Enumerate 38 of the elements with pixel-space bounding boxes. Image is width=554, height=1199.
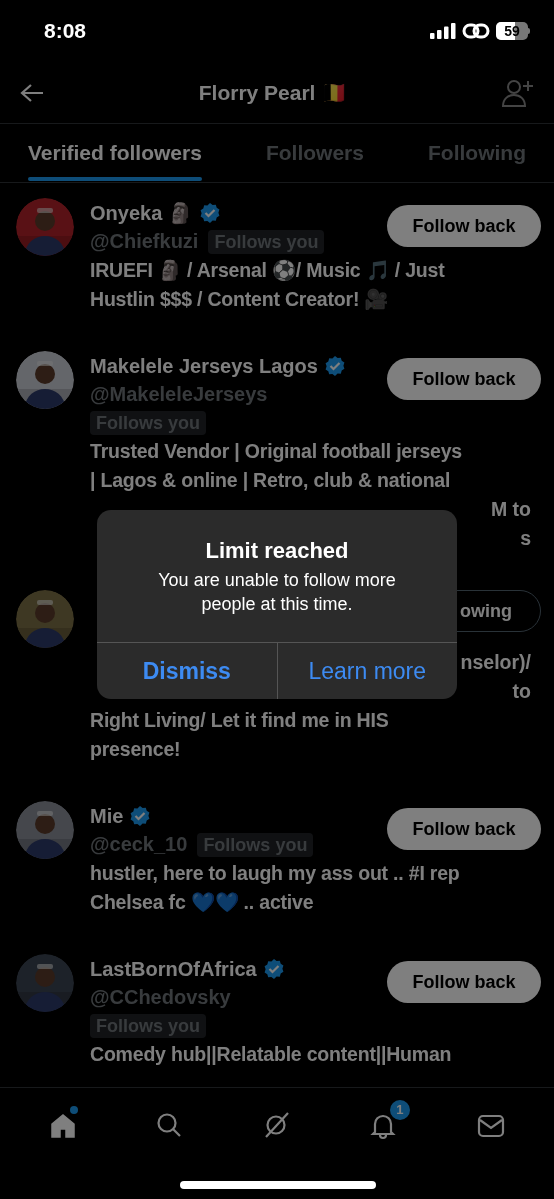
bio-text: Trusted Vendor | Original football jerseys: [90, 438, 462, 464]
bio-text: Hustlin $$$ / Content Creator! 🎥: [90, 286, 389, 312]
messages-icon[interactable]: [476, 1112, 505, 1140]
user-name: Onyeka 🗿: [90, 200, 193, 226]
bio-text: hustler, here to laugh my ass out .. #I rep: [90, 860, 460, 886]
tab[interactable]: Verified followers: [28, 124, 202, 182]
clock: 8:08: [44, 18, 87, 45]
bio-text: Right Living/ Let it find me in HIS: [90, 707, 389, 733]
follow-back-button[interactable]: Follow back: [387, 961, 541, 1003]
user-name: Mie: [90, 803, 124, 829]
user-handle: @MakeleleJerseys: [90, 382, 268, 407]
dialog-title: Limit reached: [205, 537, 349, 565]
battery-icon: 59: [496, 22, 530, 40]
user-handle: @CChedovsky: [90, 985, 231, 1010]
bio-text: M to: [490, 496, 531, 522]
bio-text: Chelsea fc 💙💙 .. active: [90, 889, 314, 915]
link-icon: [462, 22, 490, 40]
follow-back-button[interactable]: Follow back: [387, 808, 541, 850]
back-arrow-icon[interactable]: [20, 82, 44, 103]
bio-text: s: [520, 525, 531, 551]
learn-more-button[interactable]: Learn more: [277, 643, 457, 699]
follow-back-button[interactable]: Follow back: [387, 205, 541, 247]
bio-text: IRUEFI 🗿 / Arsenal ⚽/ Music 🎵 / Just: [90, 257, 445, 283]
notification-count: 1: [389, 1100, 410, 1120]
dismiss-button[interactable]: Dismiss: [97, 643, 278, 699]
bio-text: Comedy hub||Relatable content||Human: [90, 1041, 452, 1067]
user-handle: @ceck_10: [90, 832, 188, 857]
signal-icon: [430, 23, 456, 39]
follow-back-button[interactable]: Follow back: [387, 358, 541, 400]
bio-text: nselor)/: [460, 649, 531, 675]
user-name: LastBornOfAfrica: [90, 956, 257, 982]
home-icon[interactable]: [49, 1112, 78, 1140]
user-handle: @Chiefkuzi: [90, 229, 199, 254]
user-name: Makelele Jerseys Lagos: [90, 353, 318, 379]
bio-text: presence!: [90, 736, 181, 762]
bio-text: to: [512, 678, 531, 704]
bio-text: | Lagos & online | Retro, club & national: [90, 467, 451, 493]
notifications-icon[interactable]: [369, 1112, 398, 1140]
